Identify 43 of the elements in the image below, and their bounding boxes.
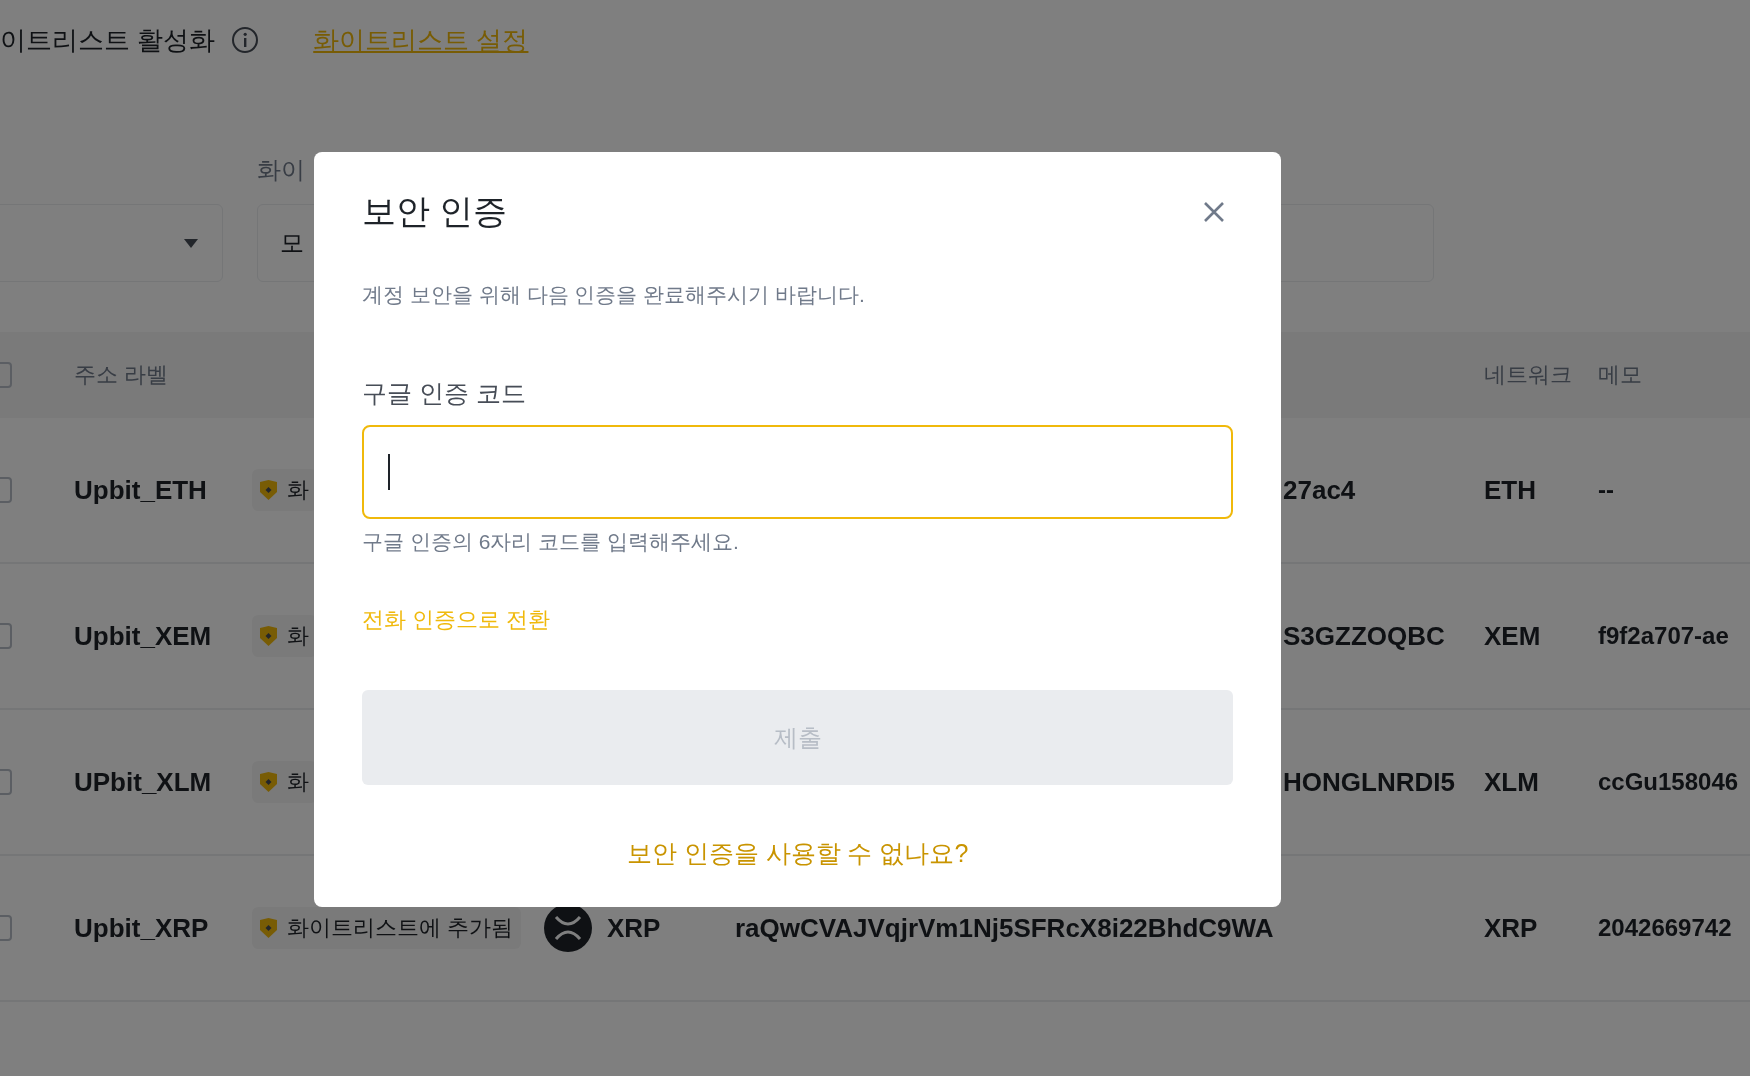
- dialog-title: 보안 인증: [362, 191, 508, 232]
- table-cell: S3GZZOQBC: [1283, 620, 1445, 651]
- tag-label: 화이트리스트에 추가됨: [287, 914, 514, 942]
- info-icon[interactable]: [231, 26, 260, 54]
- setting-label: 이트리스트 활성화: [0, 23, 216, 57]
- help-link[interactable]: 보안 인증을 사용할 수 없나요?: [626, 838, 969, 868]
- table-cell: ETH: [1484, 474, 1536, 506]
- dropdown[interactable]: [0, 204, 223, 282]
- close-icon[interactable]: [1203, 201, 1225, 223]
- table-cell: Upbit_ETH: [74, 474, 207, 506]
- table-cell: Upbit_XEM: [74, 620, 212, 652]
- input-field[interactable]: [362, 425, 1233, 519]
- text-cursor: [388, 454, 390, 490]
- filter-label: 화이: [257, 155, 306, 185]
- table-cell: raQwCVAJVqjrVm1Nj5SFRcX8i22BhdC9WA: [735, 912, 1274, 943]
- shield-icon: [260, 626, 277, 646]
- dialog-description: 계정 보안을 위해 다음 인증을 완료해주시기 바랍니다.: [362, 283, 866, 307]
- shield-icon: [260, 772, 277, 792]
- settings-link[interactable]: 화이트리스트 설정: [313, 22, 529, 58]
- table-cell: ccGu158046: [1598, 768, 1739, 796]
- column-header: 네트워크: [1484, 361, 1572, 389]
- table-cell: UPbit_XLM: [74, 766, 212, 798]
- table-cell: HONGLNRDI5: [1283, 766, 1455, 797]
- shield-icon: [260, 918, 277, 938]
- caret-icon: [184, 238, 198, 248]
- table-cell: Upbit_XRP: [74, 912, 209, 944]
- switch-link[interactable]: 전화 인증으로 전환: [362, 608, 551, 632]
- table-cell: XEM: [1484, 620, 1541, 652]
- column-header: 주소 라벨: [74, 361, 169, 389]
- tag-label: 화: [287, 768, 309, 796]
- table-cell: XRP: [1484, 912, 1538, 944]
- field-label: 구글 인증 코드: [362, 378, 527, 408]
- column-header: 메모: [1598, 361, 1642, 389]
- table-cell: f9f2a707-ae: [1598, 622, 1729, 650]
- helper-text: 구글 인증의 6자리 코드를 입력해주세요.: [362, 530, 740, 554]
- tag-label: 화: [287, 476, 309, 504]
- table-cell: 27ac4: [1283, 474, 1356, 505]
- shield-icon: [260, 480, 277, 500]
- tag-label: 화: [287, 622, 309, 650]
- table-cell: XLM: [1484, 766, 1539, 798]
- table-cell: 2042669742: [1598, 914, 1732, 942]
- table-cell: --: [1598, 476, 1614, 504]
- table-cell: XRP: [607, 912, 661, 944]
